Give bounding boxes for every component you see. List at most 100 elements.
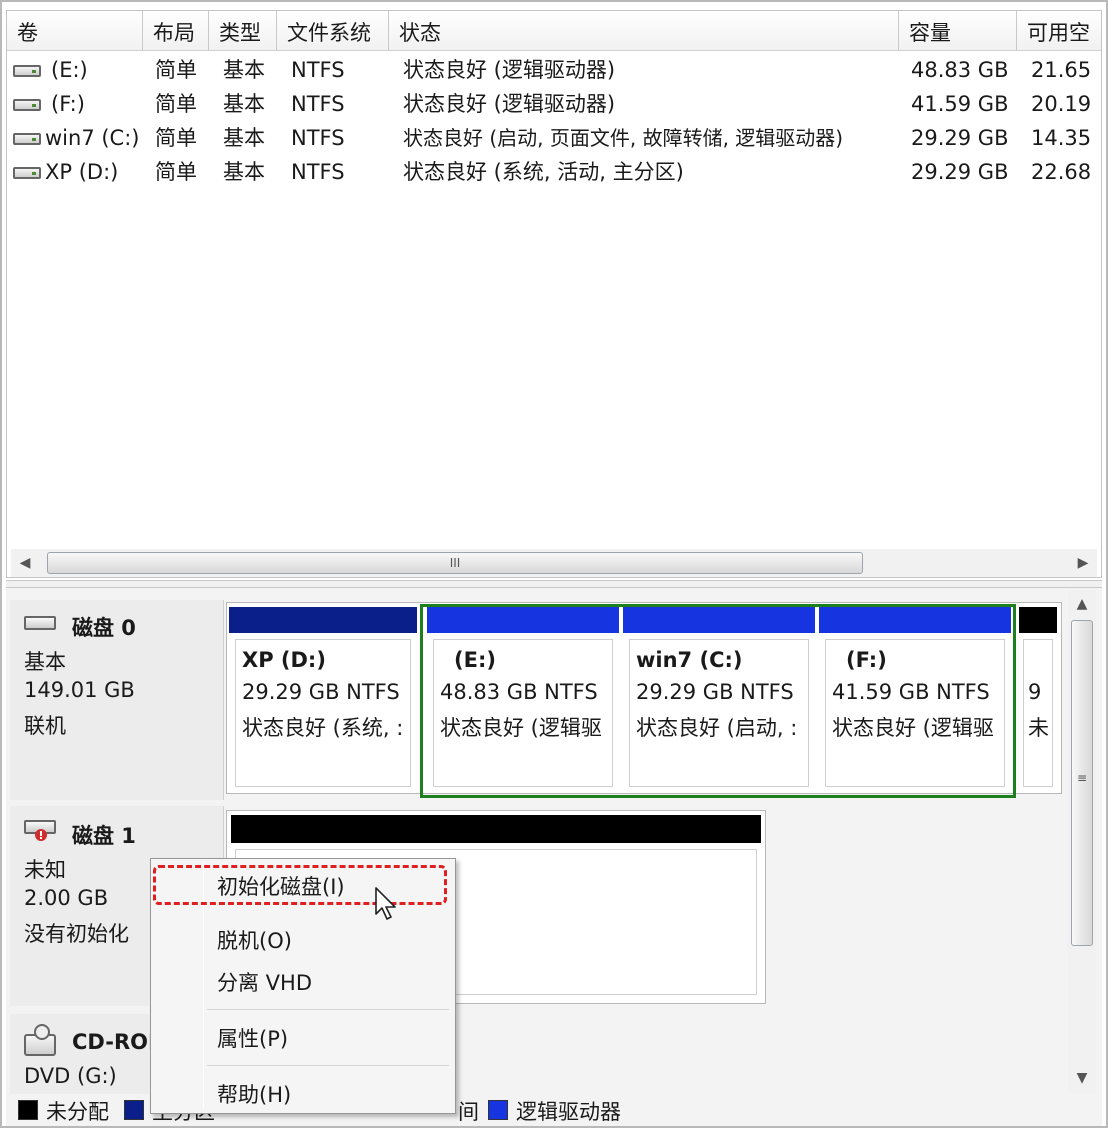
partition-label: (F:) <box>846 648 887 672</box>
cd-drive-icon <box>24 1024 56 1056</box>
disk1-type: 未知 <box>24 858 66 882</box>
menu-item-initialize-disk[interactable]: 初始化磁盘(I) <box>217 871 345 901</box>
mouse-cursor-icon <box>375 887 396 920</box>
partition-win7-c[interactable]: win7 (C:) 29.29 GB NTFS 状态良好 (启动, : <box>623 607 815 791</box>
volume-status: 状态良好 (逻辑驱动器) <box>403 92 616 116</box>
legend-swatch-unallocated <box>18 1100 38 1120</box>
scroll-down-icon[interactable]: ▼ <box>1070 1064 1094 1092</box>
partition-details: (F:) 41.59 GB NTFS 状态良好 (逻辑驱 <box>825 639 1005 787</box>
volume-drive-icon <box>13 133 41 145</box>
volume-status: 状态良好 (逻辑驱动器) <box>403 58 616 82</box>
volume-drive-icon <box>13 65 41 77</box>
scroll-left-icon[interactable]: ◀ <box>13 549 37 577</box>
menu-separator <box>207 1009 449 1010</box>
vertical-scrollbar[interactable]: ▲ ≡ ▼ <box>1068 590 1096 1122</box>
volume-row[interactable]: XP (D:) 简单 基本 NTFS 状态良好 (系统, 活动, 主分区) 29… <box>7 155 1101 189</box>
column-header-layout[interactable]: 布局 <box>143 11 209 51</box>
legend-label-unallocated: 未分配 <box>46 1100 109 1124</box>
partition-details: 9 未 <box>1023 639 1053 787</box>
scroll-grip-icon: ≡ <box>1076 771 1088 785</box>
legend-swatch-primary <box>124 1100 144 1120</box>
volume-type: 基本 <box>223 126 265 150</box>
column-header-free[interactable]: 可用空 <box>1017 11 1101 51</box>
disk-context-menu: 初始化磁盘(I) 脱机(O) 分离 VHD 属性(P) 帮助(H) <box>150 858 456 1114</box>
volume-layout: 简单 <box>155 92 197 116</box>
volume-row[interactable]: (E:) 简单 基本 NTFS 状态良好 (逻辑驱动器) 48.83 GB 21… <box>7 53 1101 87</box>
partition-band <box>819 607 1011 633</box>
disk0-state: 联机 <box>24 714 66 738</box>
column-header-filesystem[interactable]: 文件系统 <box>277 11 389 51</box>
legend-swatch-logical <box>488 1100 508 1120</box>
unallocated-band <box>231 815 761 843</box>
partition-band <box>623 607 815 633</box>
disk0-size: 149.01 GB <box>24 678 135 702</box>
menu-item-properties[interactable]: 属性(P) <box>217 1023 288 1053</box>
column-header-status[interactable]: 状态 <box>389 11 899 51</box>
partition-band <box>1019 607 1057 633</box>
volume-drive-icon <box>13 99 41 111</box>
partition-unallocated[interactable]: 9 未 <box>1019 607 1057 791</box>
disk0-title: 磁盘 0 <box>72 616 136 640</box>
volume-row[interactable]: (F:) 简单 基本 NTFS 状态良好 (逻辑驱动器) 41.59 GB 20… <box>7 87 1101 121</box>
disk1-state: 没有初始化 <box>24 922 129 946</box>
menu-item-offline[interactable]: 脱机(O) <box>217 925 292 955</box>
cdrom-drive: DVD (G:) <box>24 1064 117 1088</box>
scroll-right-icon[interactable]: ▶ <box>1071 549 1095 577</box>
volume-row[interactable]: win7 (C:) 简单 基本 NTFS 状态良好 (启动, 页面文件, 故障转… <box>7 121 1101 155</box>
menu-item-help[interactable]: 帮助(H) <box>217 1079 291 1109</box>
legend-label-logical: 逻辑驱动器 <box>516 1100 621 1124</box>
volume-free: 21.65 <box>1031 58 1092 82</box>
partition-xp-d[interactable]: XP (D:) 29.29 GB NTFS 状态良好 (系统, : <box>229 607 417 791</box>
volume-filesystem: NTFS <box>291 126 345 150</box>
partition-size: 29.29 GB NTFS <box>636 680 794 704</box>
volume-filesystem: NTFS <box>291 160 345 184</box>
pane-splitter[interactable] <box>6 580 1102 588</box>
partition-status: 状态良好 (启动, : <box>636 716 798 740</box>
hard-disk-error-icon <box>24 820 56 841</box>
partition-band <box>427 607 619 633</box>
disk0-type: 基本 <box>24 650 66 674</box>
partition-size: 41.59 GB NTFS <box>832 680 990 704</box>
volume-layout: 简单 <box>155 58 197 82</box>
partition-details: XP (D:) 29.29 GB NTFS 状态良好 (系统, : <box>235 639 411 787</box>
volume-type: 基本 <box>223 92 265 116</box>
menu-item-detach-vhd[interactable]: 分离 VHD <box>217 967 312 997</box>
partition-status: 状态良好 (系统, : <box>242 716 404 740</box>
hard-disk-icon <box>24 616 56 630</box>
partition-details: (E:) 48.83 GB NTFS 状态良好 (逻辑驱 <box>433 639 613 787</box>
volume-capacity: 48.83 GB <box>911 58 1009 82</box>
partition-status: 状态良好 (逻辑驱 <box>440 716 602 740</box>
vertical-scroll-thumb[interactable]: ≡ <box>1071 620 1093 946</box>
column-header-volume[interactable]: 卷 <box>7 11 143 51</box>
partition-status: 未 <box>1028 716 1049 740</box>
volume-capacity: 41.59 GB <box>911 92 1009 116</box>
partition-f[interactable]: (F:) 41.59 GB NTFS 状态良好 (逻辑驱 <box>819 607 1011 791</box>
volume-status: 状态良好 (启动, 页面文件, 故障转储, 逻辑驱动器) <box>403 126 844 150</box>
partition-status: 状态良好 (逻辑驱 <box>832 716 994 740</box>
partition-label: win7 (C:) <box>636 648 743 672</box>
partition-e[interactable]: (E:) 48.83 GB NTFS 状态良好 (逻辑驱 <box>427 607 619 791</box>
menu-separator <box>207 1065 449 1066</box>
scroll-up-icon[interactable]: ▲ <box>1070 590 1094 618</box>
volume-filesystem: NTFS <box>291 58 345 82</box>
horizontal-scrollbar[interactable]: ◀ III ▶ <box>11 549 1097 577</box>
disk1-size: 2.00 GB <box>24 886 109 910</box>
volume-layout: 简单 <box>155 126 197 150</box>
disk1-title: 磁盘 1 <box>72 824 136 848</box>
partition-label: (E:) <box>454 648 496 672</box>
horizontal-scroll-thumb[interactable]: III <box>47 552 863 574</box>
column-header-capacity[interactable]: 容量 <box>899 11 1017 51</box>
partition-details: win7 (C:) 29.29 GB NTFS 状态良好 (启动, : <box>629 639 809 787</box>
volume-name: (F:) <box>51 92 85 116</box>
volume-type: 基本 <box>223 160 265 184</box>
column-header-type[interactable]: 类型 <box>209 11 277 51</box>
column-header-row: 卷 布局 类型 文件系统 状态 容量 可用空 <box>7 11 1101 51</box>
partition-label: 9 <box>1028 680 1042 704</box>
volume-free: 20.19 <box>1031 92 1092 116</box>
volume-capacity: 29.29 GB <box>911 126 1009 150</box>
volume-name: XP (D:) <box>45 160 119 184</box>
partition-band <box>229 607 417 633</box>
volume-name: (E:) <box>51 58 88 82</box>
partition-label: XP (D:) <box>242 648 326 672</box>
disk0-info-panel[interactable]: 磁盘 0 基本 149.01 GB 联机 <box>10 600 224 800</box>
